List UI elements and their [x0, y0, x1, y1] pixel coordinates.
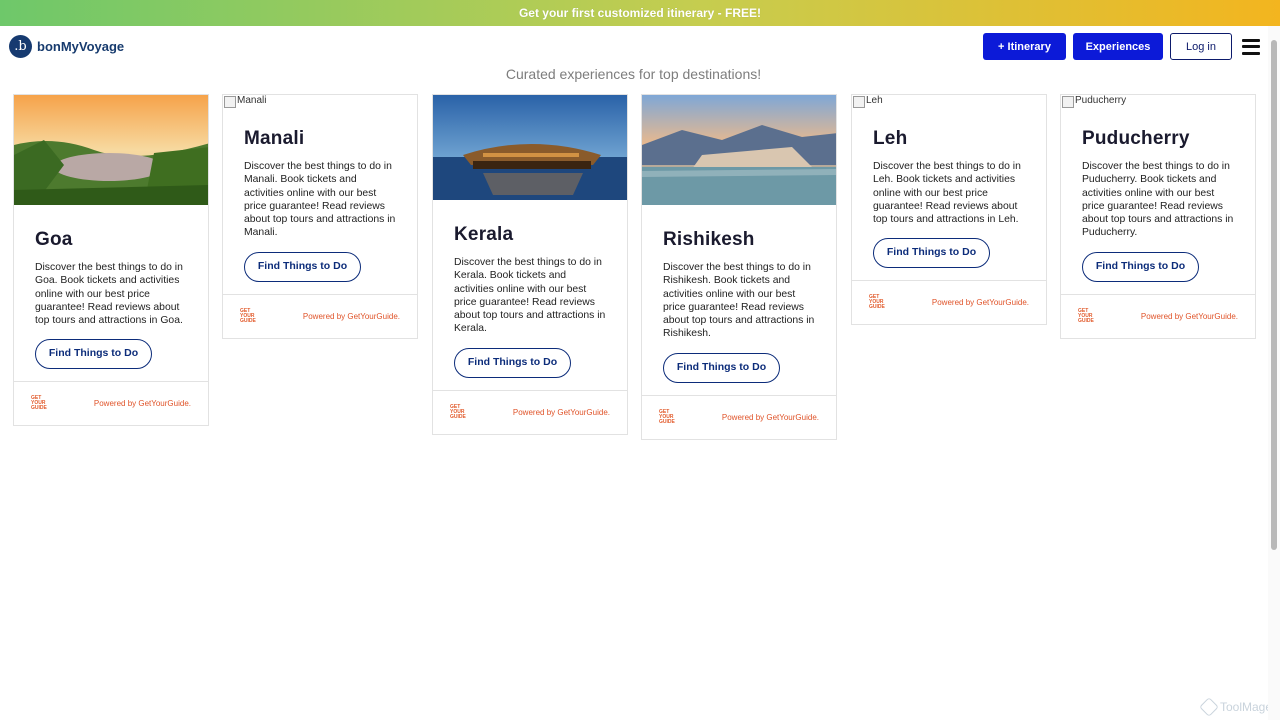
card-manali: Manali Manali Discover the best things t… [222, 94, 418, 339]
rishikesh-image [642, 95, 836, 205]
getyourguide-logo-icon[interactable]: GET YOUR GUIDE [31, 396, 48, 411]
powered-by-link[interactable]: Powered by GetYourGuide. [1141, 312, 1238, 321]
card-description: Discover the best things to do in Manali… [244, 161, 396, 239]
goa-image [14, 95, 208, 205]
getyourguide-logo-icon[interactable]: GET YOUR GUIDE [659, 409, 676, 425]
card-kerala: Kerala Discover the best things to do in… [432, 94, 628, 435]
find-things-button[interactable]: Find Things to Do [35, 339, 152, 370]
getyourguide-logo-icon[interactable]: GET YOUR GUIDE [450, 404, 467, 420]
powered-by-link[interactable]: Powered by GetYourGuide. [303, 312, 400, 321]
card-footer: GET YOUR GUIDE Powered by GetYourGuide. [642, 394, 836, 439]
getyourguide-logo-icon[interactable]: GET YOUR GUIDE [1078, 308, 1095, 324]
vertical-scrollbar[interactable] [1268, 26, 1280, 720]
card-title: Rishikesh [663, 229, 755, 250]
nav-actions: + Itinerary Experiences Log in [983, 33, 1260, 60]
powered-by-link[interactable]: Powered by GetYourGuide. [513, 408, 610, 417]
card-title: Manali [244, 128, 305, 149]
promo-text[interactable]: Get your first customized itinerary - FR… [519, 6, 761, 20]
getyourguide-logo-icon[interactable]: GET YOUR GUIDE [869, 295, 886, 310]
kerala-image [433, 95, 627, 200]
card-footer: GET YOUR GUIDE Powered by GetYourGuide. [852, 280, 1046, 324]
experiences-button[interactable]: Experiences [1073, 33, 1163, 60]
brand-logo-icon[interactable]: .b [9, 35, 32, 58]
powered-by-link[interactable]: Powered by GetYourGuide. [722, 413, 819, 422]
rishikesh-photo [642, 95, 836, 205]
card-title: Puducherry [1082, 128, 1190, 149]
card-description: Discover the best things to do in Kerala… [454, 257, 606, 335]
leh-broken-image-icon: Leh [852, 95, 1046, 108]
card-footer: GET YOUR GUIDE Powered by GetYourGuide. [433, 389, 627, 434]
find-things-button[interactable]: Find Things to Do [873, 238, 990, 269]
card-description: Discover the best things to do in Puduch… [1082, 161, 1234, 239]
navbar: .b bonMyVoyage + Itinerary Experiences L… [0, 26, 1280, 66]
hamburger-menu-icon[interactable] [1242, 38, 1260, 55]
goa-photo [14, 95, 208, 205]
watermark-icon [1199, 697, 1219, 717]
card-title: Leh [873, 128, 908, 149]
brand-name[interactable]: bonMyVoyage [37, 39, 124, 54]
add-itinerary-button[interactable]: + Itinerary [983, 33, 1066, 60]
card-description: Discover the best things to do in Leh. B… [873, 161, 1021, 226]
brand[interactable]: .b bonMyVoyage [9, 35, 124, 58]
card-footer: GET YOUR GUIDE Powered by GetYourGuide. [14, 381, 208, 425]
kerala-photo [433, 95, 627, 200]
watermark: ToolMage [1199, 697, 1272, 717]
card-goa: Goa Discover the best things to do in Go… [13, 94, 209, 427]
card-description: Discover the best things to do in Rishik… [663, 262, 815, 340]
find-things-button[interactable]: Find Things to Do [663, 352, 780, 383]
card-footer: GET YOUR GUIDE Powered by GetYourGuide. [223, 293, 417, 338]
card-description: Discover the best things to do in Goa. B… [35, 262, 183, 327]
manali-broken-image-icon: Manali [223, 95, 417, 108]
card-footer: GET YOUR GUIDE Powered by GetYourGuide. [1061, 293, 1255, 338]
puducherry-broken-image-icon: Puducherry [1061, 95, 1255, 108]
login-button[interactable]: Log in [1170, 33, 1232, 60]
card-leh: Leh Leh Discover the best things to do i… [851, 94, 1047, 326]
scrollbar-thumb[interactable] [1271, 40, 1277, 550]
card-rishikesh: Rishikesh Discover the best things to do… [641, 94, 837, 440]
getyourguide-logo-icon[interactable]: GET YOUR GUIDE [240, 308, 257, 324]
promo-banner[interactable]: Get your first customized itinerary - FR… [0, 0, 1280, 26]
card-title: Kerala [454, 224, 514, 245]
find-things-button[interactable]: Find Things to Do [244, 251, 361, 282]
watermark-text: ToolMage [1219, 700, 1272, 714]
powered-by-link[interactable]: Powered by GetYourGuide. [932, 298, 1029, 307]
powered-by-link[interactable]: Powered by GetYourGuide. [94, 399, 191, 408]
page-subtitle: Curated experiences for top destinations… [505, 66, 762, 82]
card-title: Goa [35, 229, 73, 250]
find-things-button[interactable]: Find Things to Do [1082, 251, 1199, 282]
card-puducherry: Puducherry Puducherry Discover the best … [1060, 94, 1256, 339]
find-things-button[interactable]: Find Things to Do [454, 347, 571, 378]
